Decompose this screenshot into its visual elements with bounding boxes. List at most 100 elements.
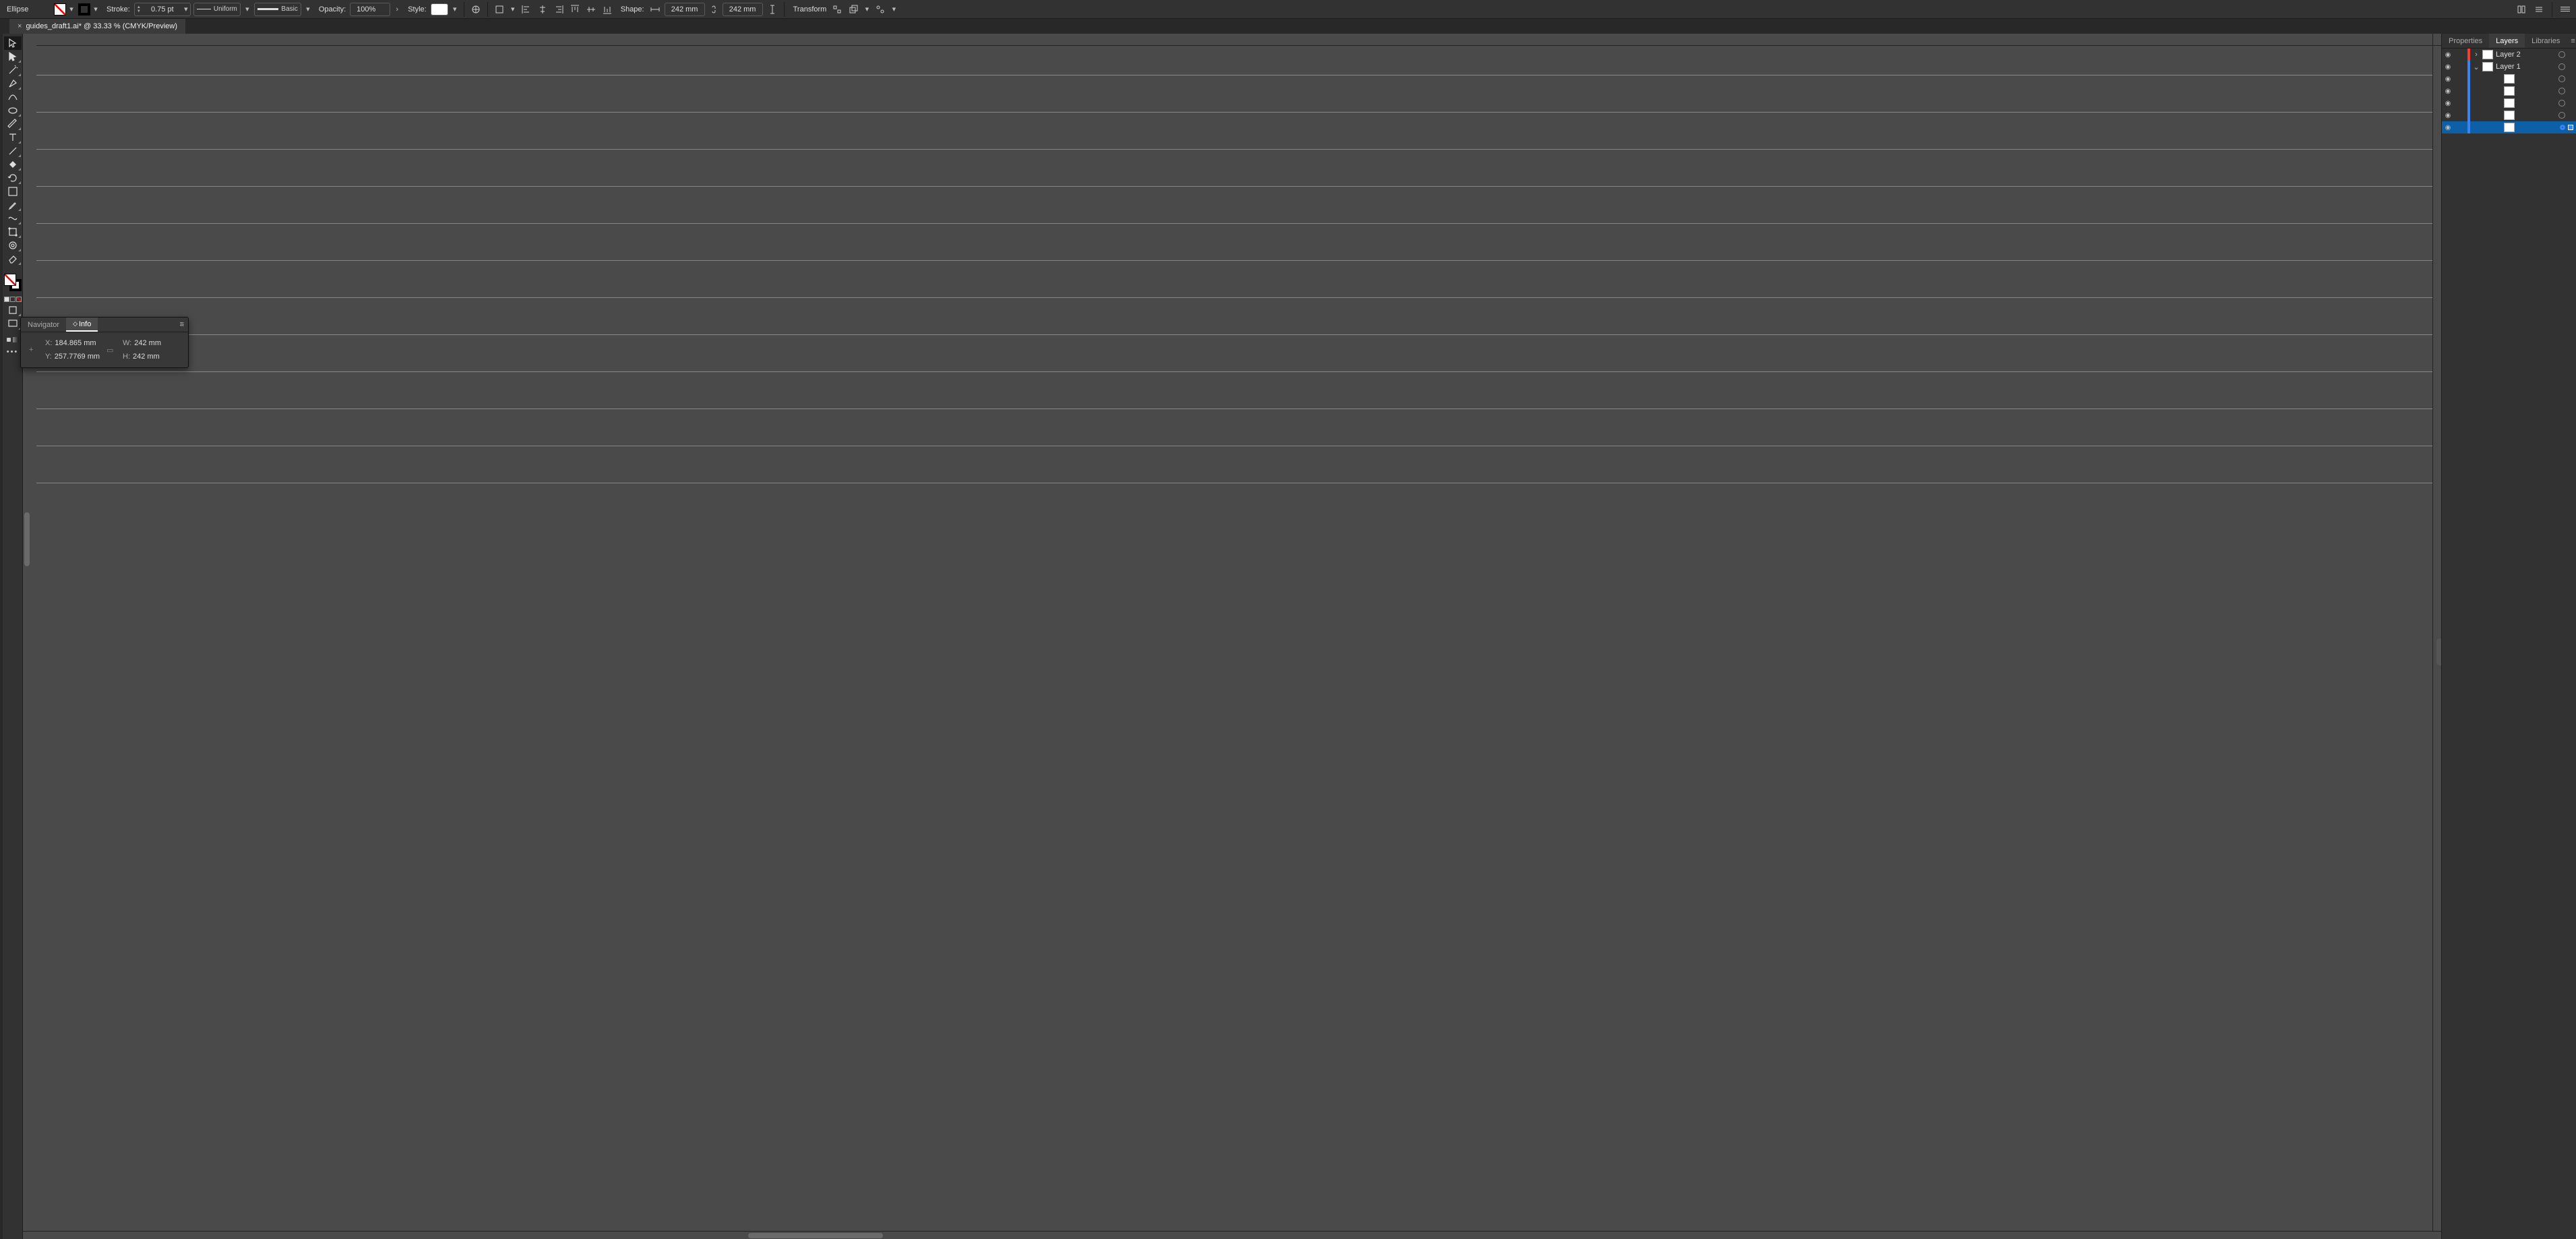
stroke-weight-field[interactable]: ▲▼ ▾ [134, 3, 191, 16]
transform-label[interactable]: Transform [789, 5, 828, 13]
more-tools-icon[interactable]: ••• [4, 346, 22, 357]
align-vcenter-icon[interactable] [584, 3, 598, 16]
tab-libraries[interactable]: Libraries [2525, 34, 2567, 48]
rotate-tool-icon[interactable] [4, 171, 22, 185]
target-icon[interactable] [2558, 63, 2565, 70]
scrollbar-thumb[interactable] [24, 512, 30, 566]
panel-menu-icon[interactable]: ≡ [180, 320, 184, 328]
chevron-down-icon[interactable]: ▾ [304, 3, 312, 16]
close-icon[interactable]: × [18, 22, 22, 30]
shape-width-input[interactable] [665, 5, 704, 13]
align-top-icon[interactable] [568, 3, 582, 16]
fill-swatch-group[interactable]: ▾ [54, 3, 75, 16]
ruler-origin[interactable] [36, 34, 2433, 46]
layer-row[interactable]: ◉ ⌄ Layer 1 [2442, 61, 2576, 73]
screen-mode-icon[interactable] [4, 317, 22, 330]
align-bottom-icon[interactable] [601, 3, 614, 16]
target-icon[interactable] [2558, 88, 2565, 94]
edit-toolbar-button[interactable] [4, 333, 22, 346]
chevron-down-icon[interactable]: ▾ [451, 3, 459, 16]
info-panel[interactable]: Navigator ◇Info ‹‹ ≡ + X:184.865 mm ▭ W:… [20, 317, 189, 368]
tab-navigator[interactable]: Navigator [21, 318, 66, 332]
stroke-weight-input[interactable] [143, 5, 182, 13]
align-to-dropdown[interactable] [493, 3, 506, 16]
stroke-profile-dropdown[interactable]: Uniform [193, 3, 241, 16]
visibility-icon[interactable]: ◉ [2442, 88, 2454, 95]
tab-info[interactable]: ◇Info [66, 318, 98, 332]
shape-height-input[interactable] [723, 5, 762, 13]
fill-swatch-icon[interactable] [54, 3, 66, 16]
layer-row[interactable]: ◉ [2442, 97, 2576, 109]
layer-row[interactable]: ◉›Layer 2 [2442, 49, 2576, 61]
chevron-down-icon[interactable]: ▾ [243, 3, 251, 16]
target-icon[interactable] [2558, 112, 2565, 119]
horizontal-scrollbar[interactable] [23, 1231, 2441, 1239]
visibility-icon[interactable]: ◉ [2442, 75, 2454, 83]
shape-height-field[interactable] [723, 3, 763, 16]
select-similar-dropdown[interactable] [873, 3, 887, 16]
shape-width-field[interactable] [665, 3, 705, 16]
chevron-down-icon[interactable]: ▾ [182, 3, 190, 16]
gradient-tool-icon[interactable] [4, 185, 22, 198]
paintbrush-tool-icon[interactable] [4, 117, 22, 131]
opacity-field[interactable] [350, 3, 390, 16]
visibility-icon[interactable]: ◉ [2442, 112, 2454, 119]
vertical-scrollbar[interactable] [23, 34, 36, 1231]
layer-row[interactable]: ◉ [2442, 85, 2576, 97]
direct-selection-tool-icon[interactable] [4, 50, 22, 63]
horizontal-ruler[interactable]: 3002502001501005005010015020025030035040… [2433, 34, 2441, 46]
type-tool-icon[interactable] [4, 131, 22, 144]
stroke-swatch-icon[interactable] [78, 3, 90, 16]
opacity-input[interactable] [350, 5, 381, 13]
layer-row[interactable]: ◉ [2442, 73, 2576, 85]
fill-stroke-icon[interactable] [4, 274, 22, 291]
recolor-artwork-icon[interactable] [469, 3, 483, 16]
panel-collapse-handle[interactable] [2436, 638, 2441, 665]
pen-tool-icon[interactable] [4, 77, 22, 90]
shape-builder-tool-icon[interactable] [4, 158, 22, 171]
canvas[interactable] [2433, 46, 2441, 1231]
link-icon[interactable] [708, 4, 720, 15]
chevron-right-icon[interactable]: › [393, 3, 401, 16]
tab-properties[interactable]: Properties [2442, 34, 2489, 48]
visibility-icon[interactable]: ◉ [2442, 51, 2454, 59]
visibility-icon[interactable]: ◉ [2442, 63, 2454, 71]
panel-menu-icon[interactable] [2558, 3, 2572, 16]
target-icon[interactable] [2558, 75, 2565, 82]
stroke-swatch-group[interactable]: ▾ [78, 3, 100, 16]
tab-grip-icon[interactable] [0, 19, 9, 34]
align-left-icon[interactable] [520, 3, 533, 16]
symbol-sprayer-tool-icon[interactable] [4, 239, 22, 252]
eraser-tool-icon[interactable] [4, 252, 22, 266]
color-mode-icons[interactable] [4, 297, 22, 302]
target-icon[interactable] [2558, 51, 2565, 58]
chevron-down-icon[interactable]: ▾ [890, 3, 898, 16]
scrollbar-thumb[interactable] [748, 1233, 883, 1238]
edit-toolbar-icon[interactable] [2515, 3, 2528, 16]
document-tab[interactable]: × guides_draft1.ai* @ 33.33 % (CMYK/Prev… [9, 19, 185, 34]
chevron-down-icon[interactable]: ▾ [509, 3, 517, 16]
arrange-dropdown[interactable] [847, 3, 860, 16]
target-icon[interactable] [2560, 125, 2565, 130]
isolate-icon[interactable] [830, 3, 844, 16]
visibility-icon[interactable]: ◉ [2442, 124, 2454, 131]
magic-wand-tool-icon[interactable] [4, 63, 22, 77]
tab-layers[interactable]: Layers [2489, 34, 2525, 48]
chevron-down-icon[interactable]: ▾ [67, 3, 75, 16]
line-segment-tool-icon[interactable] [4, 144, 22, 158]
vertical-ruler[interactable]: 50050100150200250300350400450500 [36, 46, 2433, 1231]
brush-definition-dropdown[interactable]: Basic [254, 3, 301, 16]
disclosure-icon[interactable]: › [2473, 51, 2480, 59]
layer-row[interactable]: ◉ [2442, 121, 2576, 133]
layer-name[interactable]: Layer 1 [2496, 63, 2556, 71]
panel-menu-icon[interactable]: ≡ [2567, 34, 2576, 48]
width-tool-icon[interactable] [4, 212, 22, 225]
ellipse-tool-icon[interactable] [4, 104, 22, 117]
chevron-down-icon[interactable]: ▾ [863, 3, 871, 16]
align-hcenter-icon[interactable] [536, 3, 549, 16]
draw-mode-icon[interactable] [4, 303, 22, 317]
disclosure-icon[interactable]: ⌄ [2473, 63, 2480, 71]
visibility-icon[interactable]: ◉ [2442, 100, 2454, 107]
selection-tool-icon[interactable] [4, 36, 22, 50]
target-icon[interactable] [2558, 100, 2565, 107]
